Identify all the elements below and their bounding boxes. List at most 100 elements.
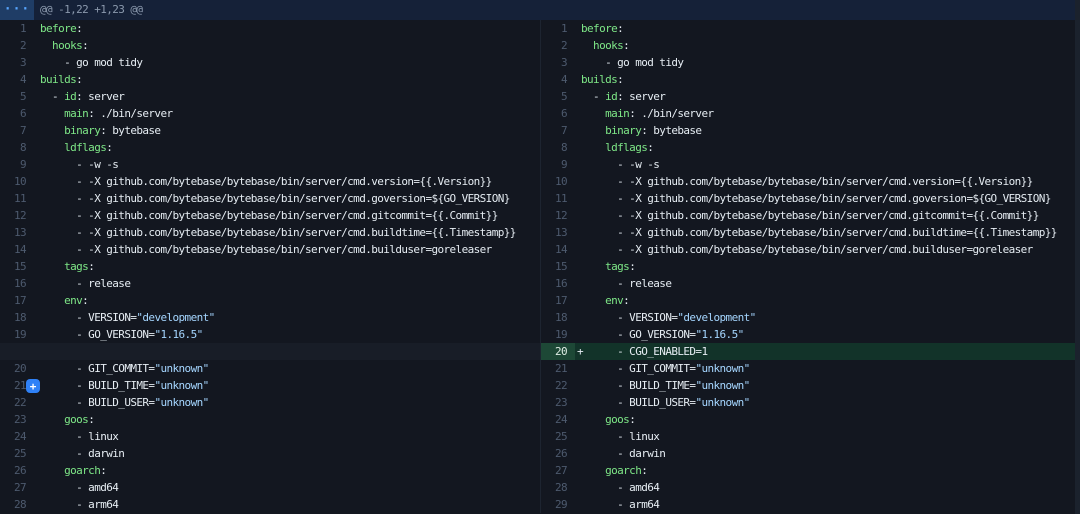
line-number[interactable]: 4: [0, 71, 34, 88]
code-segment: - darwin: [40, 447, 124, 460]
diff-row: 9 - -w -s: [0, 156, 540, 173]
code-line: - -X github.com/bytebase/bytebase/bin/se…: [575, 224, 1080, 241]
line-number[interactable]: 7: [541, 122, 575, 139]
line-number[interactable]: 17: [0, 292, 34, 309]
line-number[interactable]: 1: [0, 20, 34, 37]
line-number[interactable]: 20: [0, 360, 34, 377]
code-segment: ldflags: [64, 141, 106, 154]
line-number[interactable]: 23: [541, 394, 575, 411]
split-diff-view: ··· @@ -1,22 +1,23 @@ 1before:2 hooks:3 …: [0, 0, 1080, 514]
line-number[interactable]: 28: [541, 479, 575, 496]
code-segment: [40, 294, 64, 307]
code-line: - -X github.com/bytebase/bytebase/bin/se…: [34, 224, 540, 241]
line-number[interactable]: 14: [541, 241, 575, 258]
code-segment: - -X github.com/bytebase/bytebase/bin/se…: [581, 192, 1051, 205]
code-line: - -w -s: [575, 156, 1080, 173]
code-segment: [581, 294, 605, 307]
line-number[interactable]: 19: [541, 326, 575, 343]
code-segment: : ./bin/server: [88, 107, 172, 120]
line-number[interactable]: 2: [0, 37, 34, 54]
line-number[interactable]: 20: [541, 343, 575, 360]
line-number[interactable]: 16: [541, 275, 575, 292]
line-number[interactable]: 19: [0, 326, 34, 343]
diff-pane-new: 1before:2 hooks:3 - go mod tidy4builds:5…: [540, 20, 1080, 513]
line-number[interactable]: 5: [0, 88, 34, 105]
diff-panes: 1before:2 hooks:3 - go mod tidy4builds:5…: [0, 20, 1080, 513]
line-number[interactable]: 24: [0, 428, 34, 445]
line-number[interactable]: 7: [0, 122, 34, 139]
line-number[interactable]: 12: [0, 207, 34, 224]
line-number[interactable]: 24: [541, 411, 575, 428]
line-number[interactable]: 21: [541, 360, 575, 377]
code-segment: env: [64, 294, 82, 307]
line-number[interactable]: 18: [541, 309, 575, 326]
line-number[interactable]: 10: [0, 173, 34, 190]
line-number[interactable]: 28: [0, 496, 34, 513]
line-number[interactable]: 6: [0, 105, 34, 122]
line-number[interactable]: 27: [0, 479, 34, 496]
diff-row: 16 - release: [541, 275, 1080, 292]
expand-hunk-button[interactable]: ···: [0, 0, 34, 20]
line-number[interactable]: 3: [541, 54, 575, 71]
code-line: - amd64: [575, 479, 1080, 496]
diff-row: 10 - -X github.com/bytebase/bytebase/bin…: [0, 173, 540, 190]
add-line-comment-button[interactable]: +: [26, 379, 40, 393]
diff-row: 25 - darwin: [0, 445, 540, 462]
line-number[interactable]: 26: [541, 445, 575, 462]
code-segment: : bytebase: [641, 124, 701, 137]
line-number[interactable]: 13: [0, 224, 34, 241]
code-segment: "unknown": [695, 379, 749, 392]
code-segment: :: [617, 22, 623, 35]
code-segment: :: [617, 73, 623, 86]
line-number[interactable]: 17: [541, 292, 575, 309]
code-segment: tags: [605, 260, 629, 273]
line-number[interactable]: 2: [541, 37, 575, 54]
line-number[interactable]: 15: [0, 258, 34, 275]
line-number[interactable]: 5: [541, 88, 575, 105]
code-segment: "unknown": [695, 362, 749, 375]
line-number[interactable]: 27: [541, 462, 575, 479]
code-line: goarch:: [575, 462, 1080, 479]
code-segment: "development": [677, 311, 755, 324]
diff-row: 3 - go mod tidy: [0, 54, 540, 71]
line-number[interactable]: 3: [0, 54, 34, 71]
line-number[interactable]: 22: [0, 394, 34, 411]
code-line: ldflags:: [34, 139, 540, 156]
line-number[interactable]: 18: [0, 309, 34, 326]
line-number[interactable]: 11: [541, 190, 575, 207]
code-segment: :: [88, 260, 94, 273]
line-number[interactable]: 6: [541, 105, 575, 122]
diff-row: 14 - -X github.com/bytebase/bytebase/bin…: [541, 241, 1080, 258]
line-number[interactable]: 13: [541, 224, 575, 241]
line-number[interactable]: 23: [0, 411, 34, 428]
line-number[interactable]: 25: [0, 445, 34, 462]
line-number[interactable]: 8: [541, 139, 575, 156]
code-segment: binary: [64, 124, 100, 137]
code-segment: ldflags: [605, 141, 647, 154]
line-number[interactable]: 26: [0, 462, 34, 479]
line-number[interactable]: 22: [541, 377, 575, 394]
line-number[interactable]: 16: [0, 275, 34, 292]
line-number[interactable]: 29: [541, 496, 575, 513]
diff-row: 26 goarch:: [0, 462, 540, 479]
line-number[interactable]: 14: [0, 241, 34, 258]
scrollbar-track[interactable]: [1075, 0, 1080, 514]
code-line: - id: server: [575, 88, 1080, 105]
line-number[interactable]: 15: [541, 258, 575, 275]
line-number[interactable]: 8: [0, 139, 34, 156]
line-number[interactable]: 4: [541, 71, 575, 88]
code-line: - linux: [575, 428, 1080, 445]
line-number[interactable]: 9: [0, 156, 34, 173]
line-number[interactable]: 9: [541, 156, 575, 173]
line-number[interactable]: 25: [541, 428, 575, 445]
code-segment: :: [82, 39, 88, 52]
line-number[interactable]: 1: [541, 20, 575, 37]
line-number[interactable]: 10: [541, 173, 575, 190]
line-number[interactable]: 11: [0, 190, 34, 207]
hunk-header-text: @@ -1,22 +1,23 @@: [34, 0, 142, 20]
diff-row: 2 hooks:: [541, 37, 1080, 54]
line-number[interactable]: 12: [541, 207, 575, 224]
code-segment: binary: [605, 124, 641, 137]
code-segment: "1.16.5": [154, 328, 202, 341]
code-segment: :: [629, 413, 635, 426]
